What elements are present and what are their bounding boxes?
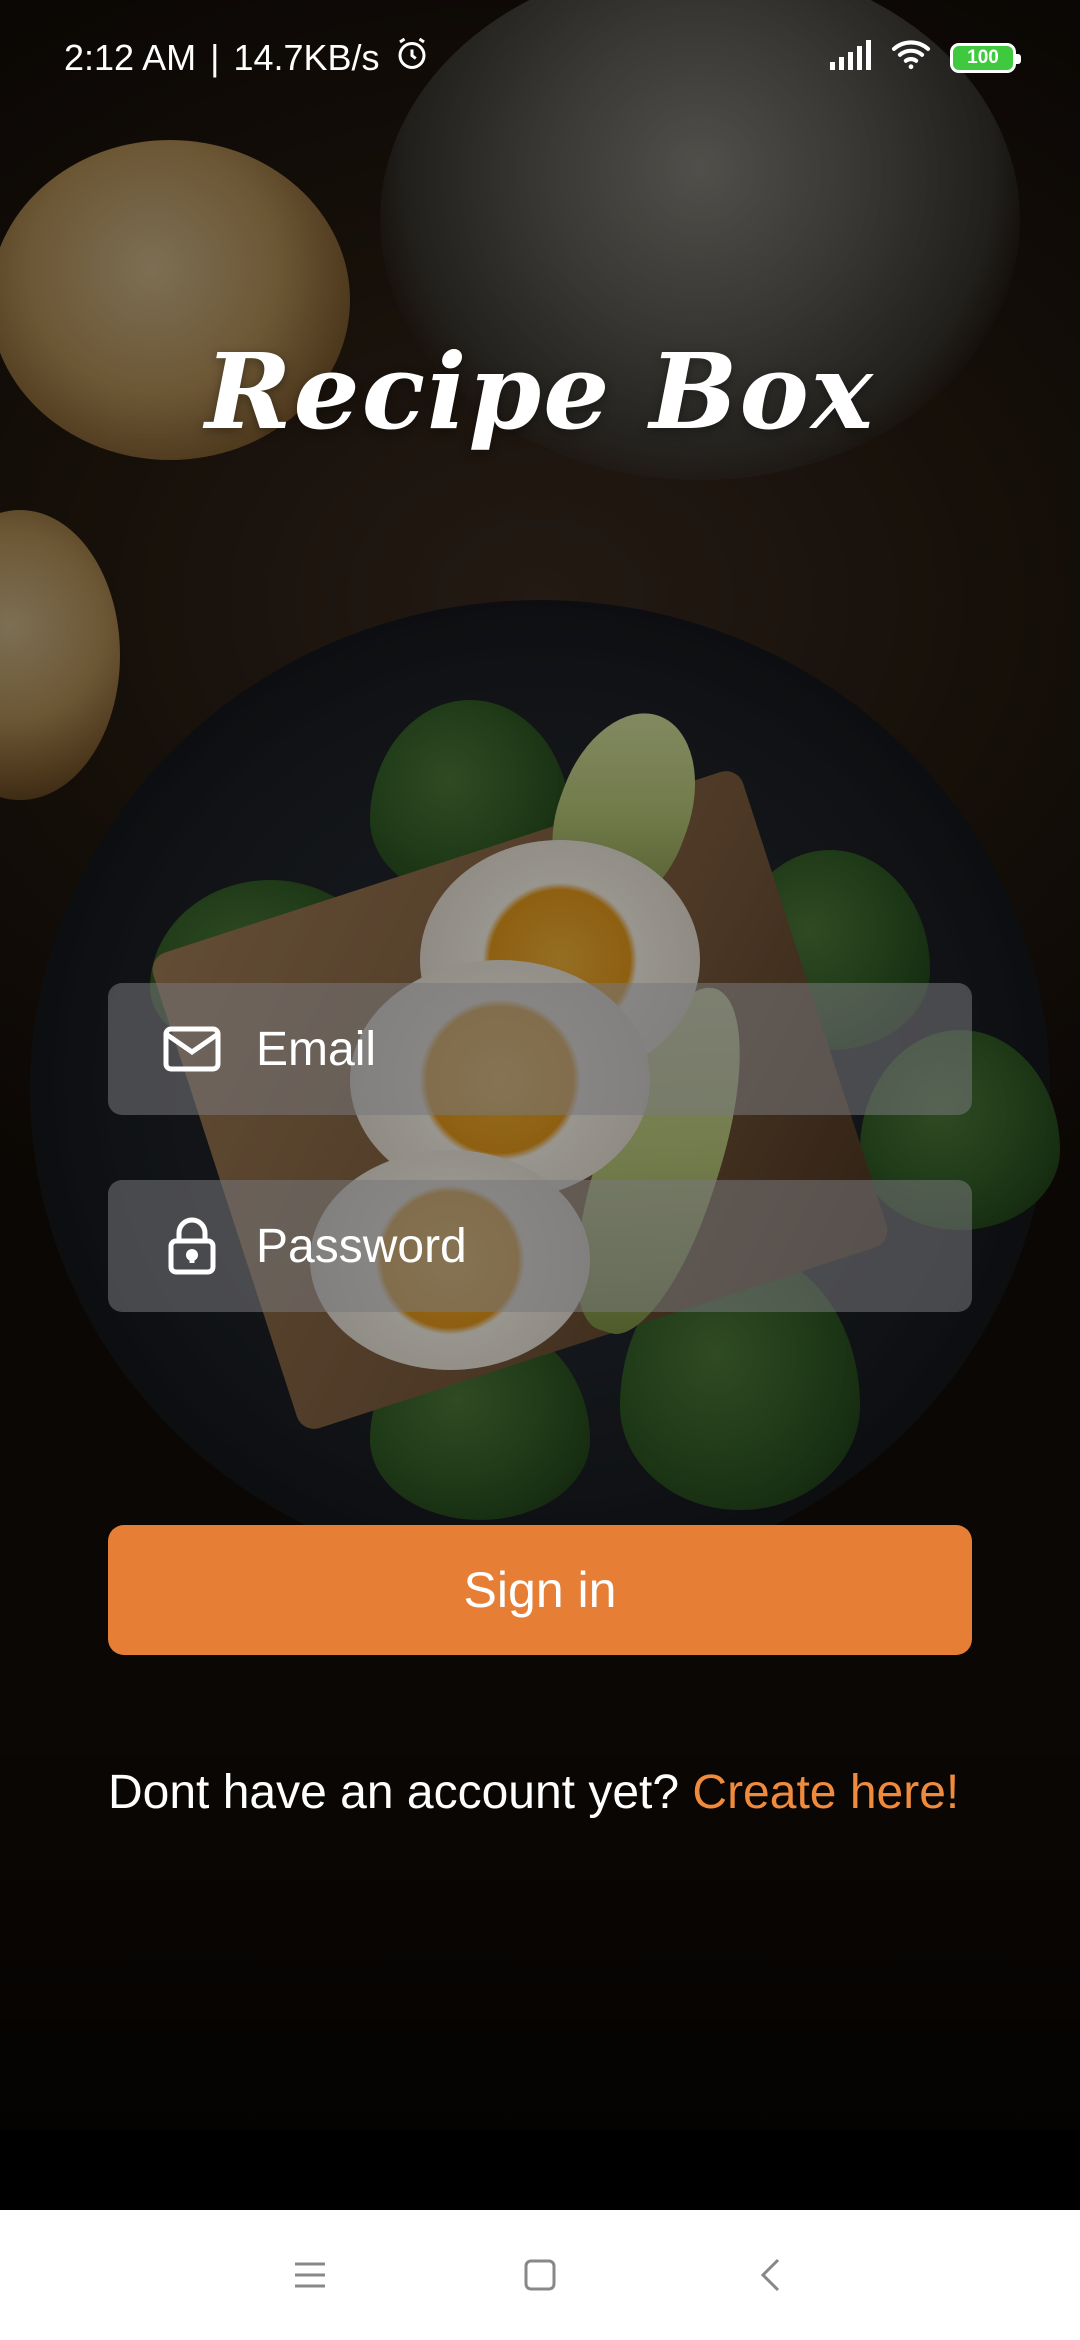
menu-icon[interactable]: [280, 2245, 340, 2305]
wifi-icon: [890, 37, 932, 80]
home-square-icon[interactable]: [510, 2245, 570, 2305]
cellular-signal-icon: [828, 37, 872, 79]
app-title: Recipe Box: [205, 330, 875, 453]
status-time: 2:12 AM: [64, 37, 197, 78]
email-field[interactable]: [108, 983, 972, 1115]
sign-in-button[interactable]: Sign in: [108, 1525, 972, 1655]
envelope-icon: [162, 1019, 222, 1079]
email-input[interactable]: [256, 1021, 896, 1077]
back-chevron-icon[interactable]: [740, 2245, 800, 2305]
status-network-speed: 14.7KB/s: [233, 37, 380, 78]
battery-level: 100: [967, 47, 999, 68]
status-left: 2:12 AM | 14.7KB/s: [64, 36, 430, 81]
bottom-black-band: [0, 2130, 1080, 2210]
signup-prompt-row: Dont have an account yet? Create here!: [108, 1765, 1008, 1820]
battery-icon: 100: [950, 43, 1021, 73]
status-separator: |: [210, 37, 220, 78]
create-account-link[interactable]: Create here!: [692, 1766, 959, 1819]
password-field[interactable]: [108, 1180, 972, 1312]
status-right: 100: [828, 37, 1021, 80]
alarm-clock-icon: [394, 36, 430, 81]
signup-prompt-text: Dont have an account yet?: [108, 1766, 680, 1819]
status-bar: 2:12 AM | 14.7KB/s 100: [0, 0, 1080, 116]
system-navigation-bar: [0, 2210, 1080, 2340]
lock-icon: [162, 1216, 222, 1276]
password-input[interactable]: [256, 1218, 896, 1274]
